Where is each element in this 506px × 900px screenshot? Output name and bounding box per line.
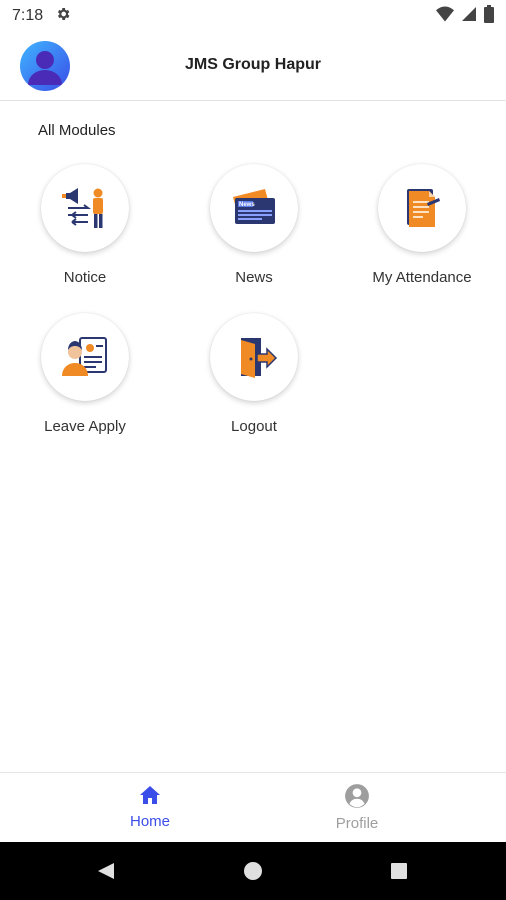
- module-leave-apply[interactable]: Leave Apply: [10, 313, 160, 435]
- module-news[interactable]: News News: [179, 164, 329, 286]
- home-icon: [140, 786, 160, 804]
- cell-signal-icon: [462, 6, 476, 27]
- back-triangle-icon[interactable]: [96, 861, 116, 881]
- leave-apply-icon: [62, 337, 107, 376]
- news-icon-text: News: [239, 202, 255, 208]
- module-notice[interactable]: Notice: [10, 164, 160, 286]
- battery-icon: [484, 4, 494, 28]
- attendance-icon: [407, 189, 440, 227]
- module-notice-label: Notice: [63, 269, 107, 286]
- notice-icon: [62, 188, 103, 228]
- recents-square-icon[interactable]: [390, 862, 408, 880]
- system-navigation-bar: [0, 842, 506, 900]
- news-icon: News: [233, 189, 275, 224]
- settings-gear-icon: [55, 6, 71, 27]
- nav-item-home[interactable]: Home: [90, 783, 210, 830]
- module-notice-circle[interactable]: [41, 164, 129, 252]
- logout-icon: [241, 338, 278, 378]
- nav-item-profile[interactable]: Profile: [297, 783, 417, 832]
- module-news-circle[interactable]: News: [210, 164, 298, 252]
- nav-home-label: Home: [129, 813, 170, 830]
- module-logout[interactable]: Logout: [179, 313, 329, 435]
- module-my-attendance[interactable]: My Attendance: [347, 164, 497, 286]
- module-logout-label: Logout: [231, 418, 277, 435]
- status-time: 7:18: [12, 7, 44, 24]
- nav-profile-label: Profile: [335, 815, 379, 832]
- home-circle-icon[interactable]: [243, 861, 263, 881]
- module-my-attendance-label: My Attendance: [372, 269, 472, 286]
- status-bar: 7:18: [0, 0, 506, 32]
- bottom-navigation: Home Profile: [0, 772, 506, 843]
- wifi-icon: [436, 6, 454, 27]
- profile-icon: [345, 784, 369, 808]
- app-header: JMS Group Hapur: [0, 32, 506, 101]
- module-leave-apply-circle[interactable]: [41, 313, 129, 401]
- app-title: JMS Group Hapur: [184, 56, 321, 73]
- module-news-label: News: [235, 269, 273, 286]
- module-leave-apply-label: Leave Apply: [44, 418, 126, 435]
- section-title: All Modules: [38, 122, 116, 139]
- module-logout-circle[interactable]: [210, 313, 298, 401]
- module-my-attendance-circle[interactable]: [378, 164, 466, 252]
